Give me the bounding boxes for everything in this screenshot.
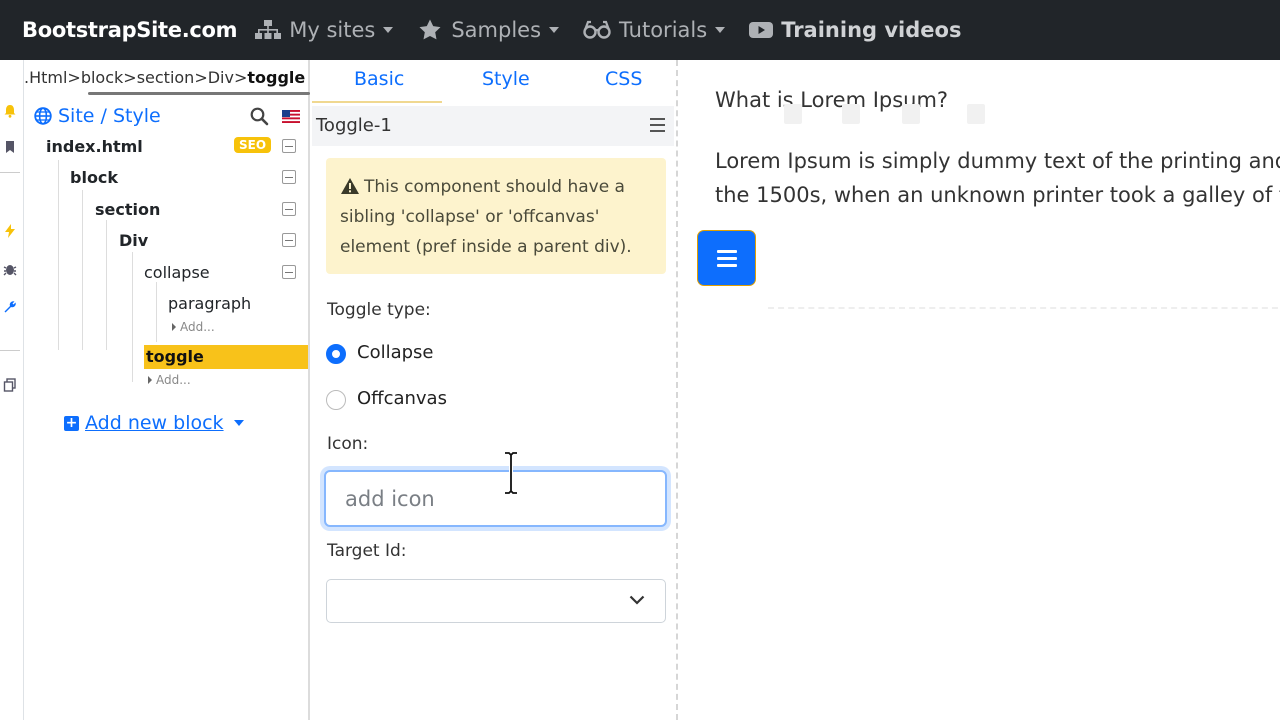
- site-style-link[interactable]: Site / Style: [58, 105, 161, 127]
- chevron-down-icon: [715, 27, 726, 33]
- bug-icon[interactable]: [3, 262, 17, 276]
- chevron-down-icon: [549, 27, 560, 33]
- text-cursor-icon: [505, 452, 517, 494]
- site-style-row: Site / Style: [34, 104, 304, 128]
- copy-icon: [902, 104, 920, 124]
- tree-guide: [156, 282, 157, 342]
- add-sibling-label: Add...: [156, 373, 191, 387]
- collapse-toggle-icon[interactable]: [282, 233, 296, 247]
- navbar-toggle-button[interactable]: [698, 231, 755, 285]
- arrow-down-icon: [842, 104, 860, 124]
- glasses-icon: [583, 20, 611, 39]
- tree-node-paragraph[interactable]: paragraph: [168, 294, 251, 313]
- bookmark-icon[interactable]: [3, 140, 17, 154]
- tab-style[interactable]: Style: [482, 68, 530, 90]
- tree-guide: [58, 160, 59, 350]
- hamburger-bar: [716, 263, 737, 267]
- seo-badge[interactable]: SEO: [234, 137, 272, 153]
- toggle-type-label: Toggle type:: [327, 300, 431, 320]
- collapse-toggle-icon[interactable]: [282, 139, 296, 153]
- tab-css[interactable]: CSS: [605, 68, 642, 90]
- add-child-link[interactable]: Add...: [172, 320, 215, 334]
- collapse-toggle-icon[interactable]: [282, 170, 296, 184]
- drop-zone-divider: [768, 307, 1280, 309]
- collapse-toggle-icon[interactable]: [282, 202, 296, 216]
- tree-guide: [106, 220, 107, 350]
- caret-right-icon: [148, 376, 152, 384]
- star-icon: [419, 19, 441, 40]
- us-flag-icon[interactable]: [282, 110, 300, 123]
- youtube-icon: [749, 22, 774, 38]
- breadcrumb-path[interactable]: .Html>block>section>Div>: [24, 68, 247, 87]
- preview-paragraph-line-2: the 1500s, when an unknown printer took …: [715, 183, 1280, 207]
- hamburger-bar: [716, 249, 737, 253]
- preview-paragraph-line-1: Lorem Ipsum is simply dummy text of the …: [715, 149, 1280, 173]
- tree-node-section[interactable]: section: [95, 200, 160, 219]
- trash-icon: [967, 104, 985, 124]
- component-header: Toggle-1: [312, 106, 674, 146]
- structure-tree-panel: .Html>block>section>Div>toggle ↑ Site / …: [24, 60, 310, 720]
- bell-icon[interactable]: [3, 104, 17, 118]
- caret-right-icon: [172, 323, 176, 331]
- add-child-label: Add...: [180, 320, 215, 334]
- chevron-down-icon: [629, 595, 645, 605]
- arrow-up-icon: [784, 104, 802, 124]
- chevron-down-icon: [383, 27, 394, 33]
- chevron-down-icon: [233, 420, 244, 426]
- wrench-icon[interactable]: [3, 300, 17, 314]
- property-tabs: Basic Style CSS: [312, 60, 676, 104]
- copy-icon[interactable]: [3, 378, 17, 392]
- tree-node-block[interactable]: block: [70, 168, 118, 187]
- tree-node-div[interactable]: Div: [119, 231, 148, 250]
- globe-icon: [34, 107, 52, 125]
- nav-training-videos[interactable]: Training videos: [749, 18, 961, 42]
- collapse-toggle-icon[interactable]: [282, 265, 296, 279]
- tree-node-collapse[interactable]: collapse: [144, 263, 210, 282]
- brand-logo[interactable]: BootstrapSite.com: [22, 18, 238, 42]
- tool-rail: [0, 60, 24, 720]
- radio-offcanvas-label[interactable]: Offcanvas: [357, 388, 447, 409]
- breadcrumb: .Html>block>section>Div>toggle ↑: [24, 68, 310, 87]
- radio-offcanvas[interactable]: [326, 390, 346, 410]
- tree-node-toggle-selected[interactable]: toggle: [144, 345, 308, 369]
- warning-alert: This component should have a sibling 'co…: [326, 158, 666, 274]
- properties-panel: Basic Style CSS Toggle-1 This component …: [312, 60, 678, 720]
- breadcrumb-scrollbar[interactable]: [88, 92, 310, 95]
- nav-tutorials-label: Tutorials: [619, 18, 708, 42]
- icon-input[interactable]: [324, 470, 667, 527]
- nav-my-sites[interactable]: My sites: [255, 18, 394, 42]
- warning-triangle-icon: [341, 178, 359, 194]
- warning-text: This component should have a sibling 'co…: [340, 177, 632, 257]
- nav-samples[interactable]: Samples: [417, 18, 560, 42]
- radio-collapse-label[interactable]: Collapse: [357, 342, 434, 363]
- add-sibling-link[interactable]: Add...: [148, 373, 191, 387]
- target-id-select[interactable]: [326, 579, 666, 623]
- component-name: Toggle-1: [316, 115, 392, 136]
- nav-tutorials[interactable]: Tutorials: [583, 18, 726, 42]
- tab-basic[interactable]: Basic: [354, 68, 404, 90]
- nav-samples-label: Samples: [451, 18, 542, 42]
- plus-square-icon: +: [64, 414, 79, 431]
- target-id-label: Target Id:: [327, 541, 407, 561]
- hamburger-menu-icon[interactable]: [650, 118, 665, 132]
- tree-guide: [82, 190, 83, 350]
- hamburger-bar: [716, 256, 737, 260]
- add-new-block-label: Add new block: [85, 412, 224, 434]
- page-preview: What is Lorem Ipsum? Lorem Ipsum is simp…: [680, 60, 1280, 720]
- active-tab-indicator: [312, 101, 442, 103]
- radio-collapse[interactable]: [326, 344, 346, 364]
- add-new-block-button[interactable]: + Add new block: [64, 412, 244, 434]
- nav-training-videos-label: Training videos: [781, 18, 962, 42]
- tree-guide: [132, 252, 133, 382]
- nav-my-sites-label: My sites: [289, 18, 376, 42]
- search-icon[interactable]: [250, 107, 269, 126]
- sitemap-icon: [255, 20, 282, 39]
- icon-label: Icon:: [327, 434, 369, 454]
- breadcrumb-current: toggle: [247, 68, 306, 87]
- tree-node-index[interactable]: index.html: [46, 137, 143, 156]
- tree-node-toggle: toggle: [146, 347, 204, 366]
- top-navbar: BootstrapSite.com My sites Samples Tutor…: [0, 0, 1280, 60]
- preview-paragraph[interactable]: Lorem Ipsum is simply dummy text of the …: [715, 144, 1280, 212]
- bolt-icon[interactable]: [3, 224, 17, 238]
